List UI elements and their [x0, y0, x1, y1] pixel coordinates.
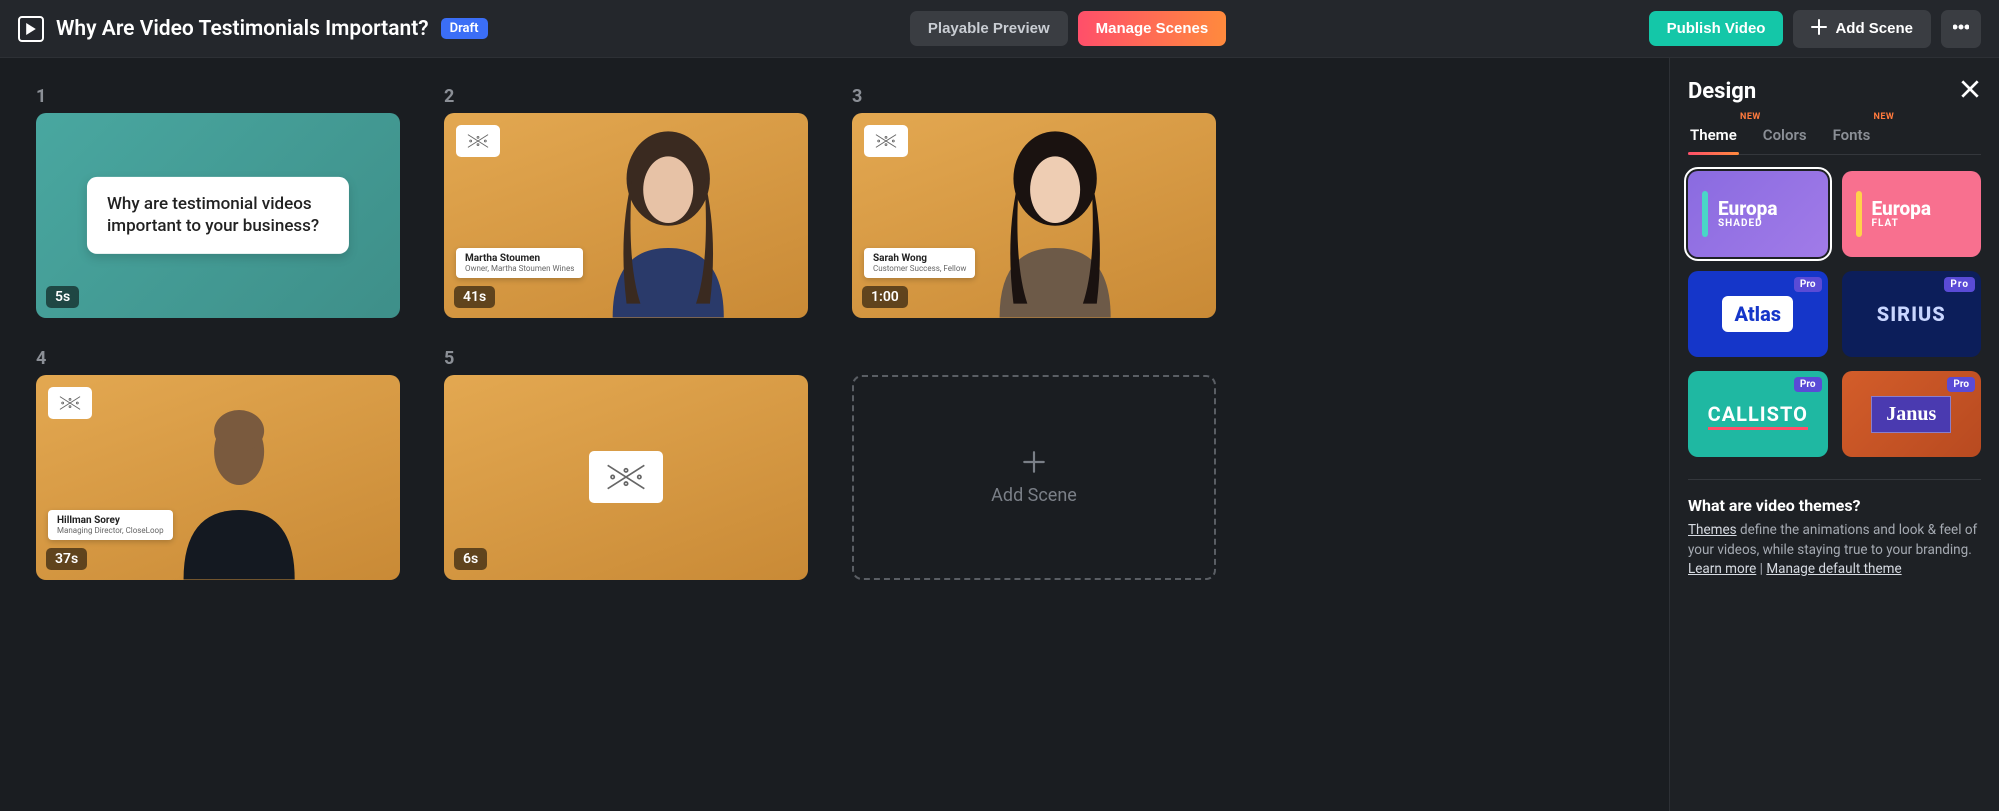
more-menu-button[interactable] — [1941, 10, 1981, 48]
lower-third-role: Managing Director, CloseLoop — [57, 526, 164, 535]
tab-label: Fonts — [1833, 126, 1871, 144]
pro-badge: Pro — [1794, 377, 1822, 392]
playable-preview-button[interactable]: Playable Preview — [910, 11, 1068, 46]
status-badge: Draft — [441, 18, 488, 39]
accent-bar — [1702, 191, 1708, 237]
scene-number: 1 — [36, 86, 400, 107]
publish-video-button[interactable]: Publish Video — [1649, 11, 1784, 46]
lower-third-role: Owner, Martha Stoumen Wines — [465, 264, 574, 273]
scene-cell: 4 Hillman Sorey Managing Director, Close… — [36, 348, 400, 580]
brand-logo-icon — [589, 451, 663, 503]
add-scene-label: Add Scene — [1835, 20, 1913, 37]
theme-name: Europa — [1872, 199, 1932, 219]
scene-number — [852, 348, 1216, 369]
pro-badge: Pro — [1944, 277, 1975, 292]
project-play-icon — [18, 16, 44, 42]
add-scene-card[interactable]: Add Scene — [852, 375, 1216, 580]
divider — [1688, 479, 1981, 480]
lower-third-role: Customer Success, Fellow — [873, 264, 966, 273]
design-tab-fonts[interactable]: NEWFonts — [1831, 120, 1873, 154]
scene-duration: 1:00 — [862, 286, 908, 308]
design-tab-colors[interactable]: Colors — [1761, 120, 1809, 154]
app-header: Why Are Video Testimonials Important? Dr… — [0, 0, 1999, 58]
pro-badge: Pro — [1947, 377, 1975, 392]
theme-card-europa-flat[interactable]: Europa FLAT — [1842, 171, 1982, 257]
learn-more-link[interactable]: Learn more — [1688, 561, 1756, 577]
themes-link[interactable]: Themes — [1688, 522, 1737, 538]
scene-duration: 41s — [454, 286, 495, 308]
scene-number: 3 — [852, 86, 1216, 107]
new-badge: NEW — [1873, 112, 1894, 122]
theme-name: Atlas — [1722, 296, 1793, 332]
more-icon — [1953, 19, 1969, 39]
theme-name: SIRIUS — [1877, 302, 1946, 326]
lower-third-name: Martha Stoumen — [465, 253, 574, 264]
lower-third: Martha Stoumen Owner, Martha Stoumen Win… — [456, 248, 583, 278]
close-icon[interactable] — [1959, 78, 1981, 104]
brand-logo-icon — [48, 387, 92, 419]
manage-scenes-button[interactable]: Manage Scenes — [1078, 11, 1227, 46]
theme-card-atlas[interactable]: AtlasPro — [1688, 271, 1828, 357]
plus-icon — [1811, 19, 1827, 39]
scene-card[interactable]: Why are testimonial videos important to … — [36, 113, 400, 318]
scene-number: 4 — [36, 348, 400, 369]
theme-card-europa-shaded[interactable]: Europa SHADED — [1688, 171, 1828, 257]
pro-badge: Pro — [1794, 277, 1822, 292]
scene-card[interactable]: Martha Stoumen Owner, Martha Stoumen Win… — [444, 113, 808, 318]
design-tab-theme[interactable]: NEWTheme — [1688, 120, 1739, 154]
info-question: What are video themes? — [1688, 496, 1981, 515]
theme-grid: Europa SHADED Europa FLATAtlasProSIRIUSP… — [1688, 171, 1981, 457]
sidebar-title: Design — [1688, 79, 1756, 104]
lower-third-name: Hillman Sorey — [57, 515, 164, 526]
theme-name: Europa — [1718, 199, 1778, 219]
theme-sub: FLAT — [1872, 219, 1932, 230]
scene-duration: 5s — [46, 286, 79, 308]
brand-logo-icon — [456, 125, 500, 157]
scene-cell: 1 Why are testimonial videos important t… — [36, 86, 400, 318]
scene-number: 2 — [444, 86, 808, 107]
new-badge: NEW — [1740, 112, 1761, 122]
tab-label: Colors — [1763, 126, 1807, 144]
theme-name: Janus — [1871, 396, 1951, 433]
scene-cell: 3 Sarah Wong Customer Success, Fellow 1:… — [852, 86, 1216, 318]
tab-label: Theme — [1690, 126, 1737, 144]
theme-info: What are video themes? Themes define the… — [1688, 496, 1981, 580]
scene-cell: 5 6s — [444, 348, 808, 580]
accent-bar — [1856, 191, 1862, 237]
add-scene-button[interactable]: Add Scene — [1793, 10, 1931, 48]
project-title: Why Are Video Testimonials Important? — [56, 17, 429, 41]
theme-card-janus[interactable]: Janus Pro — [1842, 371, 1982, 457]
scene-duration: 6s — [454, 548, 487, 570]
scene-cell: 2 Martha Stoumen Owner, Martha Stoumen W… — [444, 86, 808, 318]
scene-card[interactable]: Sarah Wong Customer Success, Fellow 1:00 — [852, 113, 1216, 318]
lower-third-name: Sarah Wong — [873, 253, 966, 264]
theme-card-callisto[interactable]: CALLISTO Pro — [1688, 371, 1828, 457]
add-scene-card-label: Add Scene — [991, 485, 1077, 506]
scene-card[interactable]: Hillman Sorey Managing Director, CloseLo… — [36, 375, 400, 580]
scene-card[interactable]: 6s — [444, 375, 808, 580]
scene-canvas: 1 Why are testimonial videos important t… — [0, 58, 1669, 811]
theme-card-sirius[interactable]: SIRIUS Pro — [1842, 271, 1982, 357]
brand-logo-icon — [864, 125, 908, 157]
design-tab-row: NEWTheme Colors NEWFonts — [1688, 120, 1981, 155]
manage-default-theme-link[interactable]: Manage default theme — [1766, 561, 1901, 577]
lower-third: Sarah Wong Customer Success, Fellow — [864, 248, 975, 278]
info-separator: | — [1756, 561, 1766, 577]
scene-number: 5 — [444, 348, 808, 369]
scene-duration: 37s — [46, 548, 87, 570]
lower-third: Hillman Sorey Managing Director, CloseLo… — [48, 510, 173, 540]
design-sidebar: Design NEWThemeColorsNEWFonts Europa SHA… — [1669, 58, 1999, 811]
theme-name: CALLISTO — [1708, 402, 1808, 426]
scene-text: Why are testimonial videos important to … — [87, 177, 349, 253]
theme-sub: SHADED — [1718, 219, 1778, 230]
